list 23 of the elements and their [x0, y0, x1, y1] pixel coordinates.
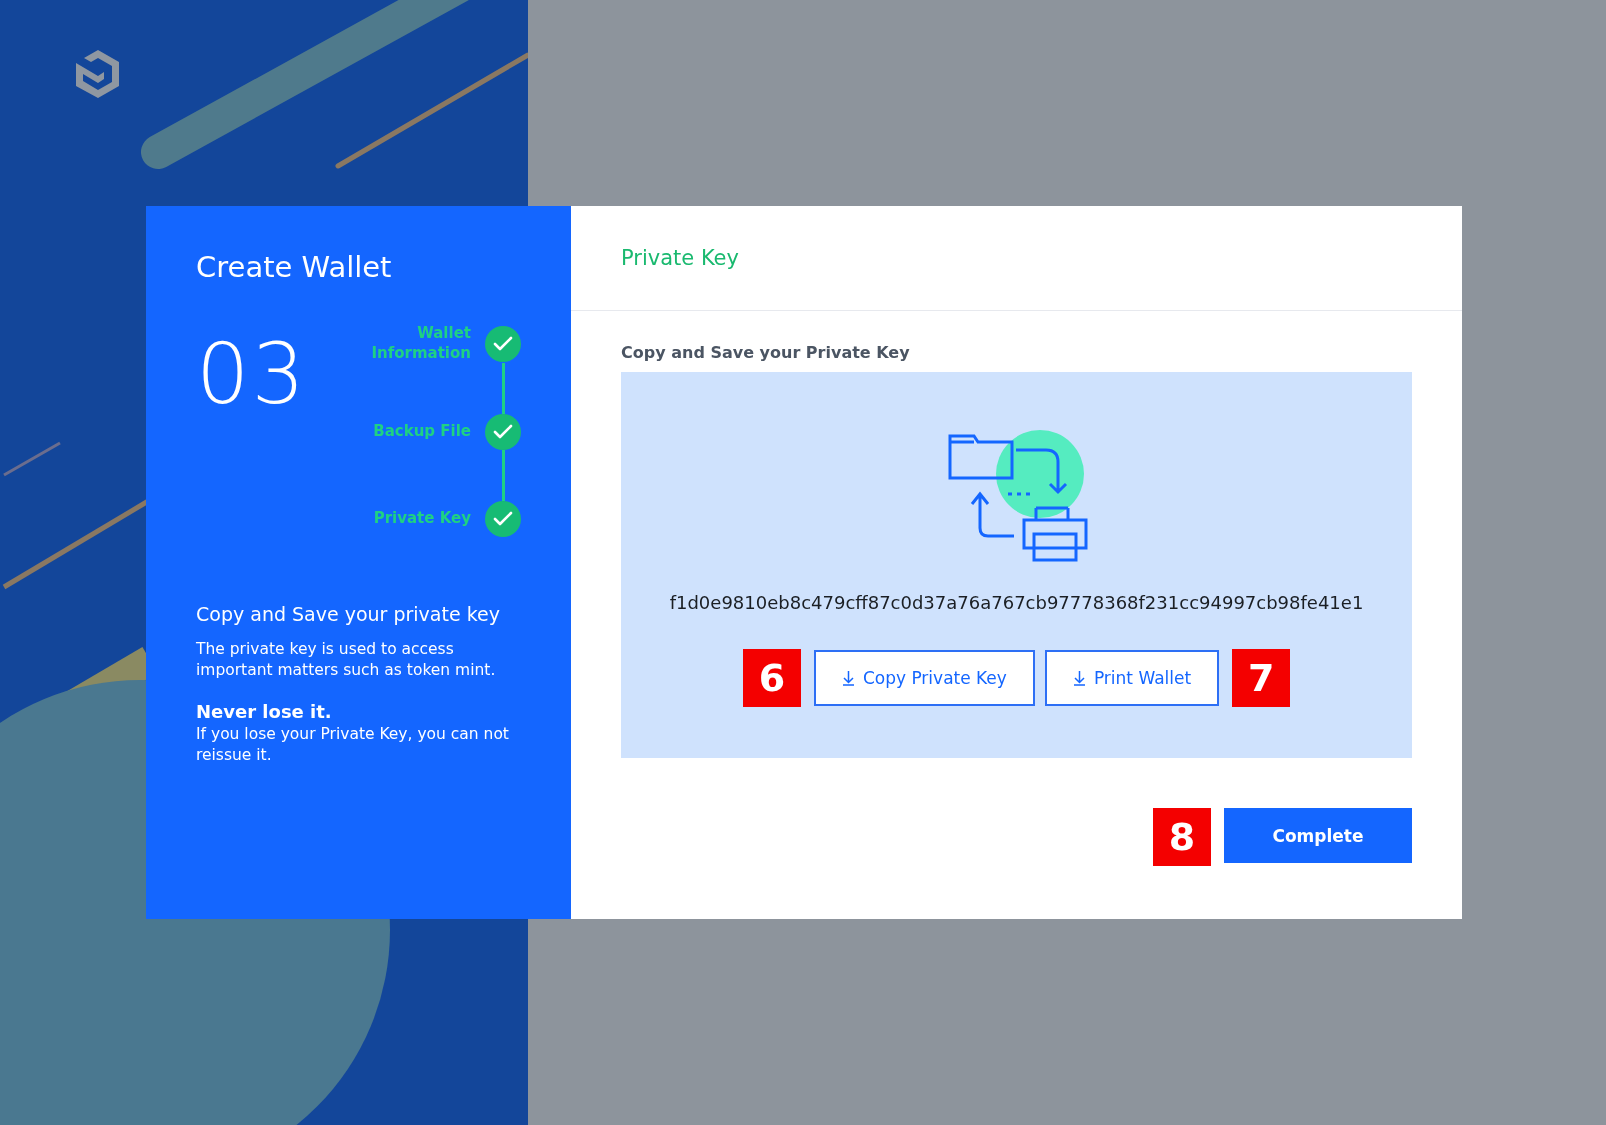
sidebar-title: Create Wallet: [196, 250, 392, 284]
download-button[interactable]: Copy Private Key: [813, 650, 1035, 706]
private-key-text: f1d0e9810eb8c479cff87c0d37a76a767cb97778368f231cc94997cb98fe41e1: [669, 592, 1364, 613]
info-heading: Copy and Save your private key: [196, 603, 500, 625]
step-number: 03: [196, 332, 307, 416]
info-text: The private key is used to access important matters such as token mint.: [196, 639, 497, 681]
check-icon: [493, 424, 513, 440]
panel-title: Private Key: [621, 246, 739, 270]
annotation-marker: 6: [742, 649, 801, 707]
warning-text: If you lose your Private Key, you can not reissue it.: [196, 723, 510, 766]
download-button[interactable]: Print Wallet: [1044, 650, 1220, 706]
warning-title: Never lose it.: [196, 700, 332, 722]
download-icon: [1072, 670, 1086, 686]
download-icon: [841, 670, 855, 686]
section-label: Copy and Save your Private Key: [621, 343, 910, 362]
complete-button[interactable]: Complete: [1224, 808, 1412, 863]
step-label: Wallet Information: [371, 324, 471, 363]
annotation-marker: 7: [1232, 649, 1291, 707]
check-icon: [493, 511, 513, 527]
step-label: Backup File: [373, 422, 471, 442]
annotation-marker: 8: [1153, 808, 1211, 866]
step-label: Private Key: [373, 509, 471, 529]
check-icon: [493, 335, 513, 352]
